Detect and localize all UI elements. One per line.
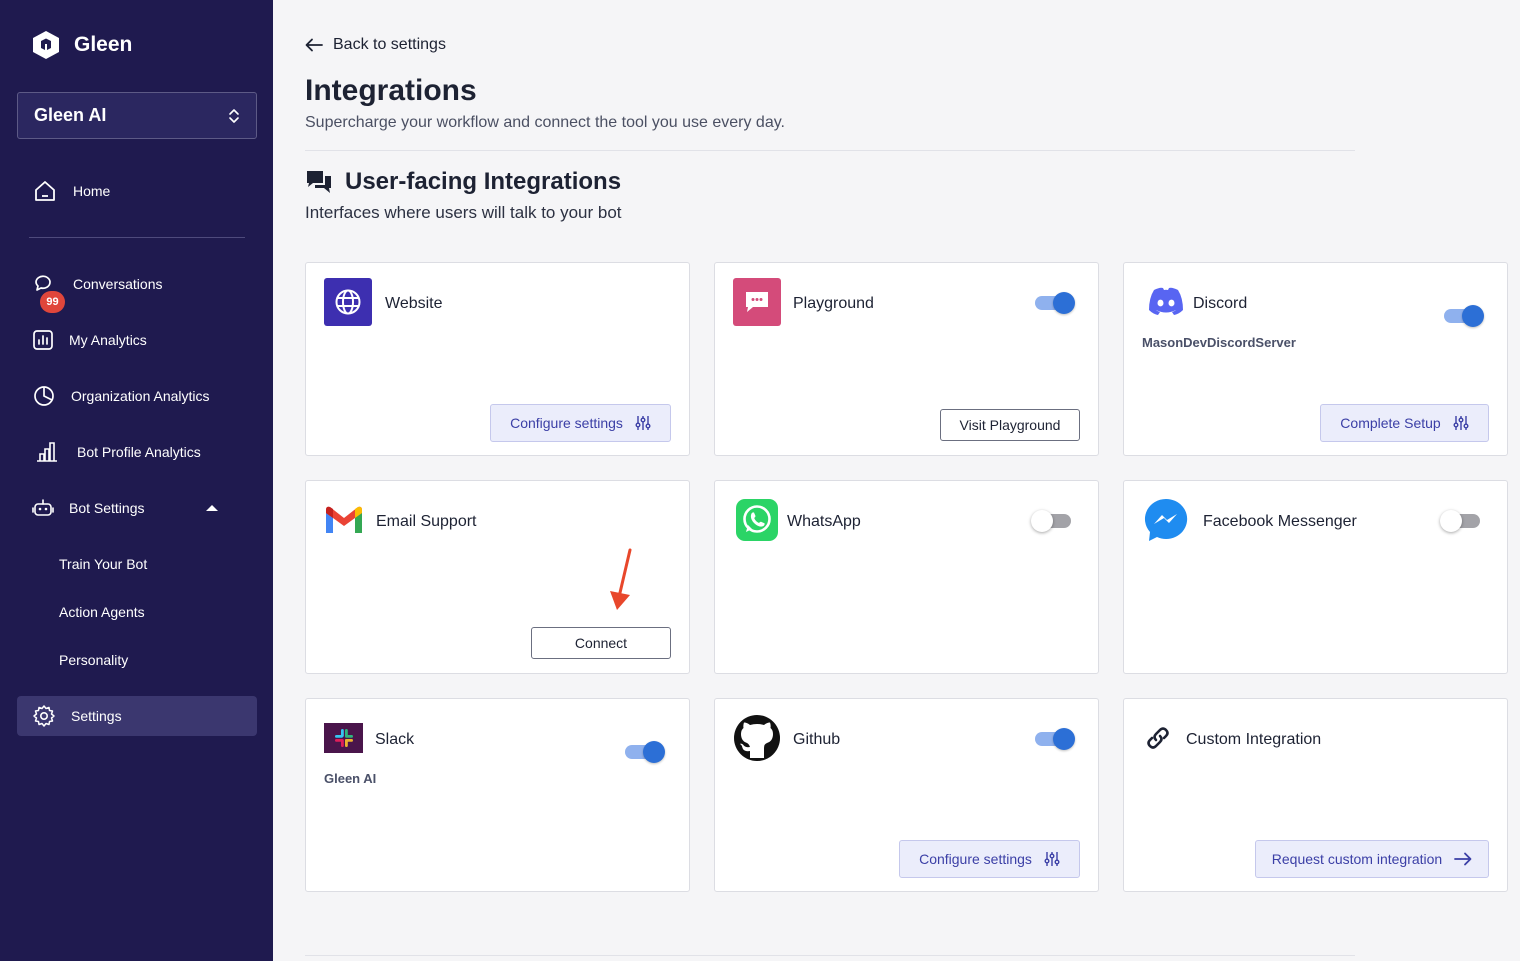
message-icon	[733, 278, 781, 326]
sidebar-item-bot-profile-analytics[interactable]: Bot Profile Analytics	[17, 432, 257, 472]
sidebar-item-label: Bot Settings	[69, 500, 145, 516]
github-icon	[733, 714, 781, 762]
back-label: Back to settings	[333, 36, 446, 53]
sidebar-item-label: Conversations	[73, 276, 163, 292]
sidebar-divider	[29, 237, 245, 238]
toggle-knob	[1053, 292, 1075, 314]
integration-card-website: Website Configure settings	[305, 262, 690, 456]
integration-card-email-support: Email Support Connect	[305, 480, 690, 674]
robot-icon	[32, 497, 54, 519]
logo[interactable]: Gleen	[32, 30, 132, 60]
chat-bubbles-icon	[307, 171, 331, 193]
sliders-icon	[1044, 852, 1060, 866]
complete-setup-button[interactable]: Complete Setup	[1320, 404, 1489, 442]
integration-card-facebook-messenger: Facebook Messenger	[1123, 480, 1508, 674]
analytics-icon	[32, 329, 54, 351]
sliders-icon	[1453, 416, 1469, 430]
gmail-icon	[320, 496, 368, 544]
unread-badge: 99	[40, 291, 65, 313]
button-label: Complete Setup	[1340, 415, 1441, 431]
globe-icon	[324, 278, 372, 326]
integration-title: Discord	[1193, 295, 1248, 312]
sidebar-item-label: Settings	[71, 708, 122, 724]
slack-workspace-name: Gleen AI	[324, 771, 377, 786]
integration-title: Playground	[793, 295, 874, 312]
back-to-settings-link[interactable]: Back to settings	[305, 36, 446, 54]
integration-title: Github	[793, 731, 841, 748]
sidebar: Gleen Gleen AI Home Conversations 99 My …	[0, 0, 273, 961]
sidebar-item-label: Organization Analytics	[71, 388, 210, 404]
sidebar-item-settings[interactable]: Settings	[17, 696, 257, 736]
caret-up-icon	[205, 504, 219, 512]
sidebar-subitem-action-agents[interactable]: Action Agents	[59, 604, 145, 620]
connect-button[interactable]: Connect	[531, 627, 671, 659]
sidebar-item-bot-settings[interactable]: Bot Settings	[17, 488, 257, 528]
github-toggle[interactable]	[1035, 728, 1075, 750]
whatsapp-toggle[interactable]	[1031, 510, 1071, 532]
integration-title: Facebook Messenger	[1203, 513, 1357, 530]
gear-icon	[32, 704, 56, 728]
button-label: Request custom integration	[1271, 851, 1443, 867]
integration-title: Custom Integration	[1186, 731, 1322, 748]
discord-icon	[1142, 278, 1190, 326]
toggle-knob	[1031, 510, 1053, 532]
sidebar-subitem-train-your-bot[interactable]: Train Your Bot	[59, 556, 147, 572]
integration-title: Website	[385, 295, 443, 312]
sidebar-item-organization-analytics[interactable]: Organization Analytics	[17, 376, 257, 416]
workspace-selector[interactable]: Gleen AI	[17, 92, 257, 139]
bar-chart-icon	[35, 440, 59, 464]
sidebar-item-home[interactable]: Home	[17, 171, 257, 211]
whatsapp-icon	[733, 496, 781, 544]
slack-toggle[interactable]	[625, 741, 665, 763]
integration-card-slack: Slack Gleen AI	[305, 698, 690, 892]
integration-card-whatsapp: WhatsApp	[714, 480, 1099, 674]
integration-card-playground: Playground Visit Playground	[714, 262, 1099, 456]
arrow-left-icon	[305, 38, 323, 52]
sidebar-item-my-analytics[interactable]: My Analytics	[17, 320, 257, 360]
toggle-knob	[1462, 305, 1484, 327]
home-icon	[33, 179, 57, 203]
configure-settings-button[interactable]: Configure settings	[490, 404, 671, 442]
annotation-arrow-icon	[610, 548, 632, 610]
integration-card-discord: Discord MasonDevDiscordServer Complete S…	[1123, 262, 1508, 456]
button-label: Configure settings	[510, 415, 623, 431]
sidebar-subitem-personality[interactable]: Personality	[59, 652, 128, 668]
slack-icon	[324, 723, 363, 753]
section-title: User-facing Integrations	[345, 168, 622, 195]
visit-playground-button[interactable]: Visit Playground	[940, 409, 1080, 441]
messenger-icon	[1142, 496, 1190, 544]
discord-toggle[interactable]	[1444, 305, 1484, 327]
page-subtitle: Supercharge your workflow and connect th…	[305, 114, 785, 131]
facebook-messenger-toggle[interactable]	[1440, 510, 1480, 532]
integration-card-github: Github Configure settings	[714, 698, 1099, 892]
arrow-right-icon	[1454, 852, 1472, 866]
chevron-updown-icon	[229, 108, 239, 123]
playground-toggle[interactable]	[1035, 292, 1075, 314]
toggle-knob	[643, 741, 665, 763]
gleen-logo-icon	[33, 31, 59, 59]
integration-title: Email Support	[376, 513, 477, 530]
pie-chart-icon	[32, 384, 56, 408]
toggle-knob	[1440, 510, 1462, 532]
integration-title: WhatsApp	[787, 513, 861, 530]
toggle-knob	[1053, 728, 1075, 750]
workspace-name: Gleen AI	[34, 105, 107, 125]
section-header: User-facing Integrations	[305, 168, 621, 196]
sidebar-item-label: Bot Profile Analytics	[77, 444, 201, 460]
header-divider	[305, 150, 1355, 151]
logo-text: Gleen	[74, 33, 133, 56]
sliders-icon	[635, 416, 651, 430]
button-label: Configure settings	[919, 851, 1032, 867]
request-custom-integration-button[interactable]: Request custom integration	[1255, 840, 1489, 878]
footer-divider	[305, 955, 1355, 956]
sidebar-item-label: Home	[73, 183, 111, 199]
section-subtitle: Interfaces where users will talk to your…	[305, 203, 622, 222]
sidebar-item-label: My Analytics	[69, 332, 147, 348]
page-title: Integrations	[305, 74, 477, 107]
discord-server-name: MasonDevDiscordServer	[1142, 335, 1296, 350]
integration-title: Slack	[375, 731, 415, 748]
link-icon	[1140, 714, 1176, 762]
integration-card-custom-integration: Custom Integration Request custom integr…	[1123, 698, 1508, 892]
configure-settings-button[interactable]: Configure settings	[899, 840, 1080, 878]
